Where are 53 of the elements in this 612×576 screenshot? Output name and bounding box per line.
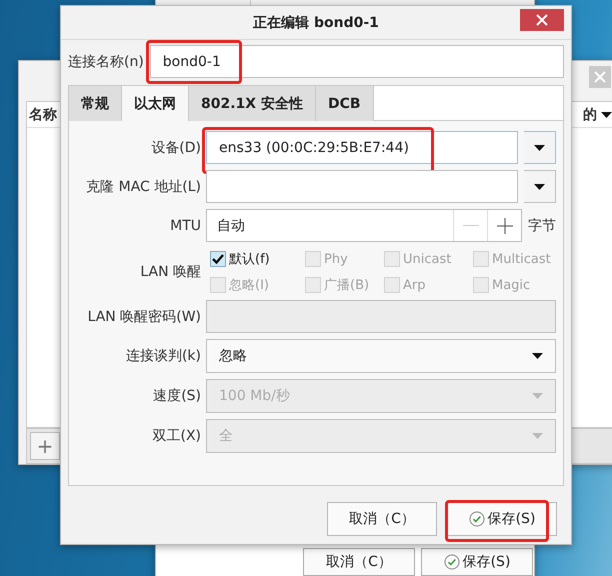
window-title: 正在编辑 bond0-1	[253, 14, 379, 32]
caret-icon	[534, 184, 545, 190]
close-icon	[536, 14, 548, 26]
tab[interactable]: DCB	[316, 86, 374, 122]
add-button[interactable]: +	[30, 432, 60, 460]
check-circle-icon	[444, 554, 460, 570]
close-button[interactable]	[520, 9, 564, 31]
checkbox[interactable]: 默认(f)	[210, 250, 305, 268]
field-label: 速度(S)	[153, 387, 201, 405]
plus-icon	[496, 218, 512, 234]
field-label: 连接谈判(k)	[126, 347, 201, 365]
cancel-button[interactable]: 取消（C）	[327, 502, 437, 536]
check-circle-icon	[468, 511, 485, 527]
field-label: 设备(D)	[151, 138, 201, 156]
checkbox: Phy	[305, 250, 384, 268]
combo-field[interactable]	[206, 170, 518, 203]
tab[interactable]: 以太网	[122, 86, 189, 122]
checkbox: Unicast	[384, 250, 473, 268]
caret-icon	[532, 433, 543, 439]
caret-icon	[601, 112, 612, 118]
x-icon	[594, 71, 606, 83]
tab[interactable]: 802.1X 安全性	[189, 86, 316, 122]
checkbox: Multicast	[473, 250, 559, 268]
minus-icon	[462, 224, 478, 226]
unit-label: 字节	[528, 216, 556, 234]
dropdown-button[interactable]	[524, 131, 556, 164]
checkbox: 忽略(I)	[210, 276, 305, 294]
field-label: 连接名称(n)	[68, 52, 144, 70]
caret-icon	[534, 144, 545, 150]
dropdown[interactable]: 忽略	[206, 339, 556, 373]
tab[interactable]: 常规	[69, 86, 122, 122]
field-label: 克隆 MAC 地址(L)	[86, 178, 201, 196]
column-header: 的	[583, 106, 597, 124]
caret-icon	[532, 353, 543, 359]
connection-name-field[interactable]: bond0-1	[150, 45, 564, 78]
field-label: 双工(X)	[152, 427, 201, 445]
save-button[interactable]: 保存(S)	[421, 548, 533, 576]
save-button[interactable]: 保存(S)	[447, 502, 557, 536]
dropdown: 100 Mb/秒	[206, 379, 556, 413]
mtu-field[interactable]: 自动	[206, 209, 522, 242]
combo-field[interactable]: ens33 (00:0C:29:5B:E7:44)	[206, 131, 518, 164]
checkmark-icon	[211, 252, 225, 266]
field-label: MTU	[170, 218, 201, 234]
column-header: 名称	[29, 106, 57, 124]
field-label: LAN 唤醒	[140, 263, 201, 281]
dropdown-button[interactable]	[524, 170, 556, 203]
field-label: LAN 唤醒密码(W)	[88, 308, 201, 326]
caret-icon	[532, 393, 543, 399]
dropdown: 全	[206, 419, 556, 453]
checkbox: 广播(B)	[305, 276, 384, 294]
cancel-button[interactable]: 取消（C）	[303, 548, 415, 576]
checkbox: Magic	[473, 276, 559, 294]
checkbox: Arp	[384, 276, 473, 294]
